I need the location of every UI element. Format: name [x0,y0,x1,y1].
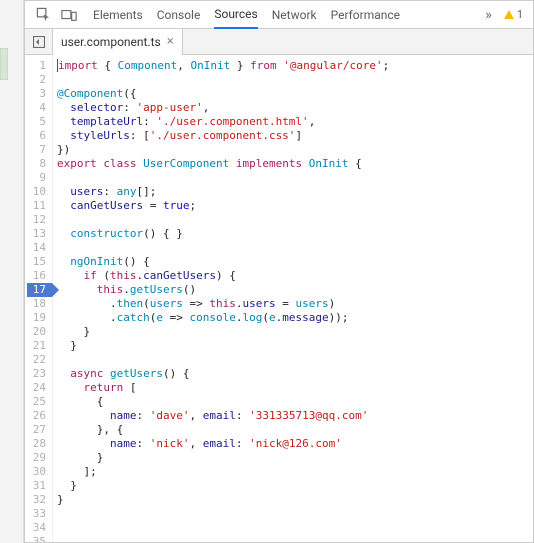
code-line[interactable] [57,241,389,255]
code-line[interactable]: templateUrl: './user.component.html', [57,115,389,129]
warning-badge[interactable]: 1 [500,8,527,21]
line-number[interactable]: 35 [27,535,46,542]
line-number[interactable]: 18 [27,297,46,311]
code-line[interactable] [57,507,389,521]
warning-count: 1 [517,8,523,21]
code-line[interactable]: if (this.canGetUsers) { [57,269,389,283]
line-number[interactable]: 31 [27,479,46,493]
code-line[interactable]: .then(users => this.users = users) [57,297,389,311]
tab-elements[interactable]: Elements [93,2,143,28]
inspect-icon[interactable] [31,3,55,27]
code-line[interactable]: return [ [57,381,389,395]
line-number[interactable]: 1 [27,59,46,73]
line-number[interactable]: 8 [27,157,46,171]
code-line[interactable]: ]; [57,465,389,479]
line-number[interactable]: 7 [27,143,46,157]
code-line[interactable] [57,521,389,535]
code-editor[interactable]: 1234567891011121314151617181920212223242… [25,55,533,542]
line-number[interactable]: 24 [27,381,46,395]
line-number[interactable]: 15 [27,255,46,269]
line-number[interactable]: 29 [27,451,46,465]
code-line[interactable] [57,73,389,87]
line-number[interactable]: 20 [27,325,46,339]
navigator-toggle-icon[interactable] [25,29,53,55]
tab-sources[interactable]: Sources [214,1,257,29]
line-number[interactable]: 27 [27,423,46,437]
code-line[interactable]: this.getUsers() [57,283,389,297]
line-number[interactable]: 34 [27,521,46,535]
close-icon[interactable]: × [167,34,174,49]
device-toggle-icon[interactable] [57,3,81,27]
page-left-rail [0,0,24,543]
code-line[interactable]: styleUrls: ['./user.component.css'] [57,129,389,143]
code-line[interactable] [57,535,389,542]
line-number[interactable]: 28 [27,437,46,451]
line-number[interactable]: 9 [27,171,46,185]
code-line[interactable]: } [57,339,389,353]
line-number[interactable]: 11 [27,199,46,213]
line-number[interactable]: 13 [27,227,46,241]
line-number[interactable]: 23 [27,367,46,381]
code-line[interactable]: .catch(e => console.log(e.message)); [57,311,389,325]
warning-icon [504,10,514,19]
code-line[interactable]: async getUsers() { [57,367,389,381]
code-line[interactable]: name: 'nick', email: 'nick@126.com' [57,437,389,451]
line-number[interactable]: 2 [27,73,46,87]
code-line[interactable] [57,213,389,227]
code-line[interactable]: } [57,451,389,465]
line-number[interactable]: 14 [27,241,46,255]
line-number[interactable]: 30 [27,465,46,479]
line-number[interactable]: 3 [27,87,46,101]
devtools-toolbar: Elements Console Sources Network Perform… [25,1,533,29]
code-line[interactable]: import { Component, OnInit } from '@angu… [57,59,389,73]
devtools-panel: Elements Console Sources Network Perform… [24,0,534,543]
file-tab-name: user.component.ts [61,35,161,49]
code-line[interactable]: export class UserComponent implements On… [57,157,389,171]
code-line[interactable]: name: 'dave', email: '331335713@qq.com' [57,409,389,423]
code-line[interactable]: } [57,325,389,339]
code-line[interactable]: { [57,395,389,409]
line-number[interactable]: 12 [27,213,46,227]
left-marker [0,48,8,80]
devtools-tabs: Elements Console Sources Network Perform… [93,1,400,29]
code-line[interactable]: constructor() { } [57,227,389,241]
code-line[interactable]: } [57,479,389,493]
line-number[interactable]: 22 [27,353,46,367]
code-line[interactable]: }) [57,143,389,157]
code-line[interactable]: }, { [57,423,389,437]
code-line[interactable]: ngOnInit() { [57,255,389,269]
line-number[interactable]: 5 [27,115,46,129]
line-number[interactable]: 19 [27,311,46,325]
line-number[interactable]: 25 [27,395,46,409]
more-tabs-icon[interactable]: » [479,7,498,23]
code-line[interactable] [57,353,389,367]
line-gutter[interactable]: 1234567891011121314151617181920212223242… [25,55,53,542]
code-line[interactable]: } [57,493,389,507]
line-number[interactable]: 16 [27,269,46,283]
tab-performance[interactable]: Performance [331,2,400,28]
line-number[interactable]: 4 [27,101,46,115]
line-number[interactable]: 6 [27,129,46,143]
code-line[interactable]: users: any[]; [57,185,389,199]
code-content[interactable]: import { Component, OnInit } from '@angu… [53,55,389,542]
line-number[interactable]: 26 [27,409,46,423]
line-number[interactable]: 17 [27,283,52,297]
line-number[interactable]: 10 [27,185,46,199]
line-number[interactable]: 32 [27,493,46,507]
tab-console[interactable]: Console [157,2,201,28]
code-line[interactable]: @Component({ [57,87,389,101]
code-line[interactable] [57,171,389,185]
line-number[interactable]: 33 [27,507,46,521]
code-line[interactable]: selector: 'app-user', [57,101,389,115]
line-number[interactable]: 21 [27,339,46,353]
tab-network[interactable]: Network [272,2,317,28]
file-tab[interactable]: user.component.ts × [53,29,183,55]
code-line[interactable]: canGetUsers = true; [57,199,389,213]
file-tab-bar: user.component.ts × [25,29,533,55]
